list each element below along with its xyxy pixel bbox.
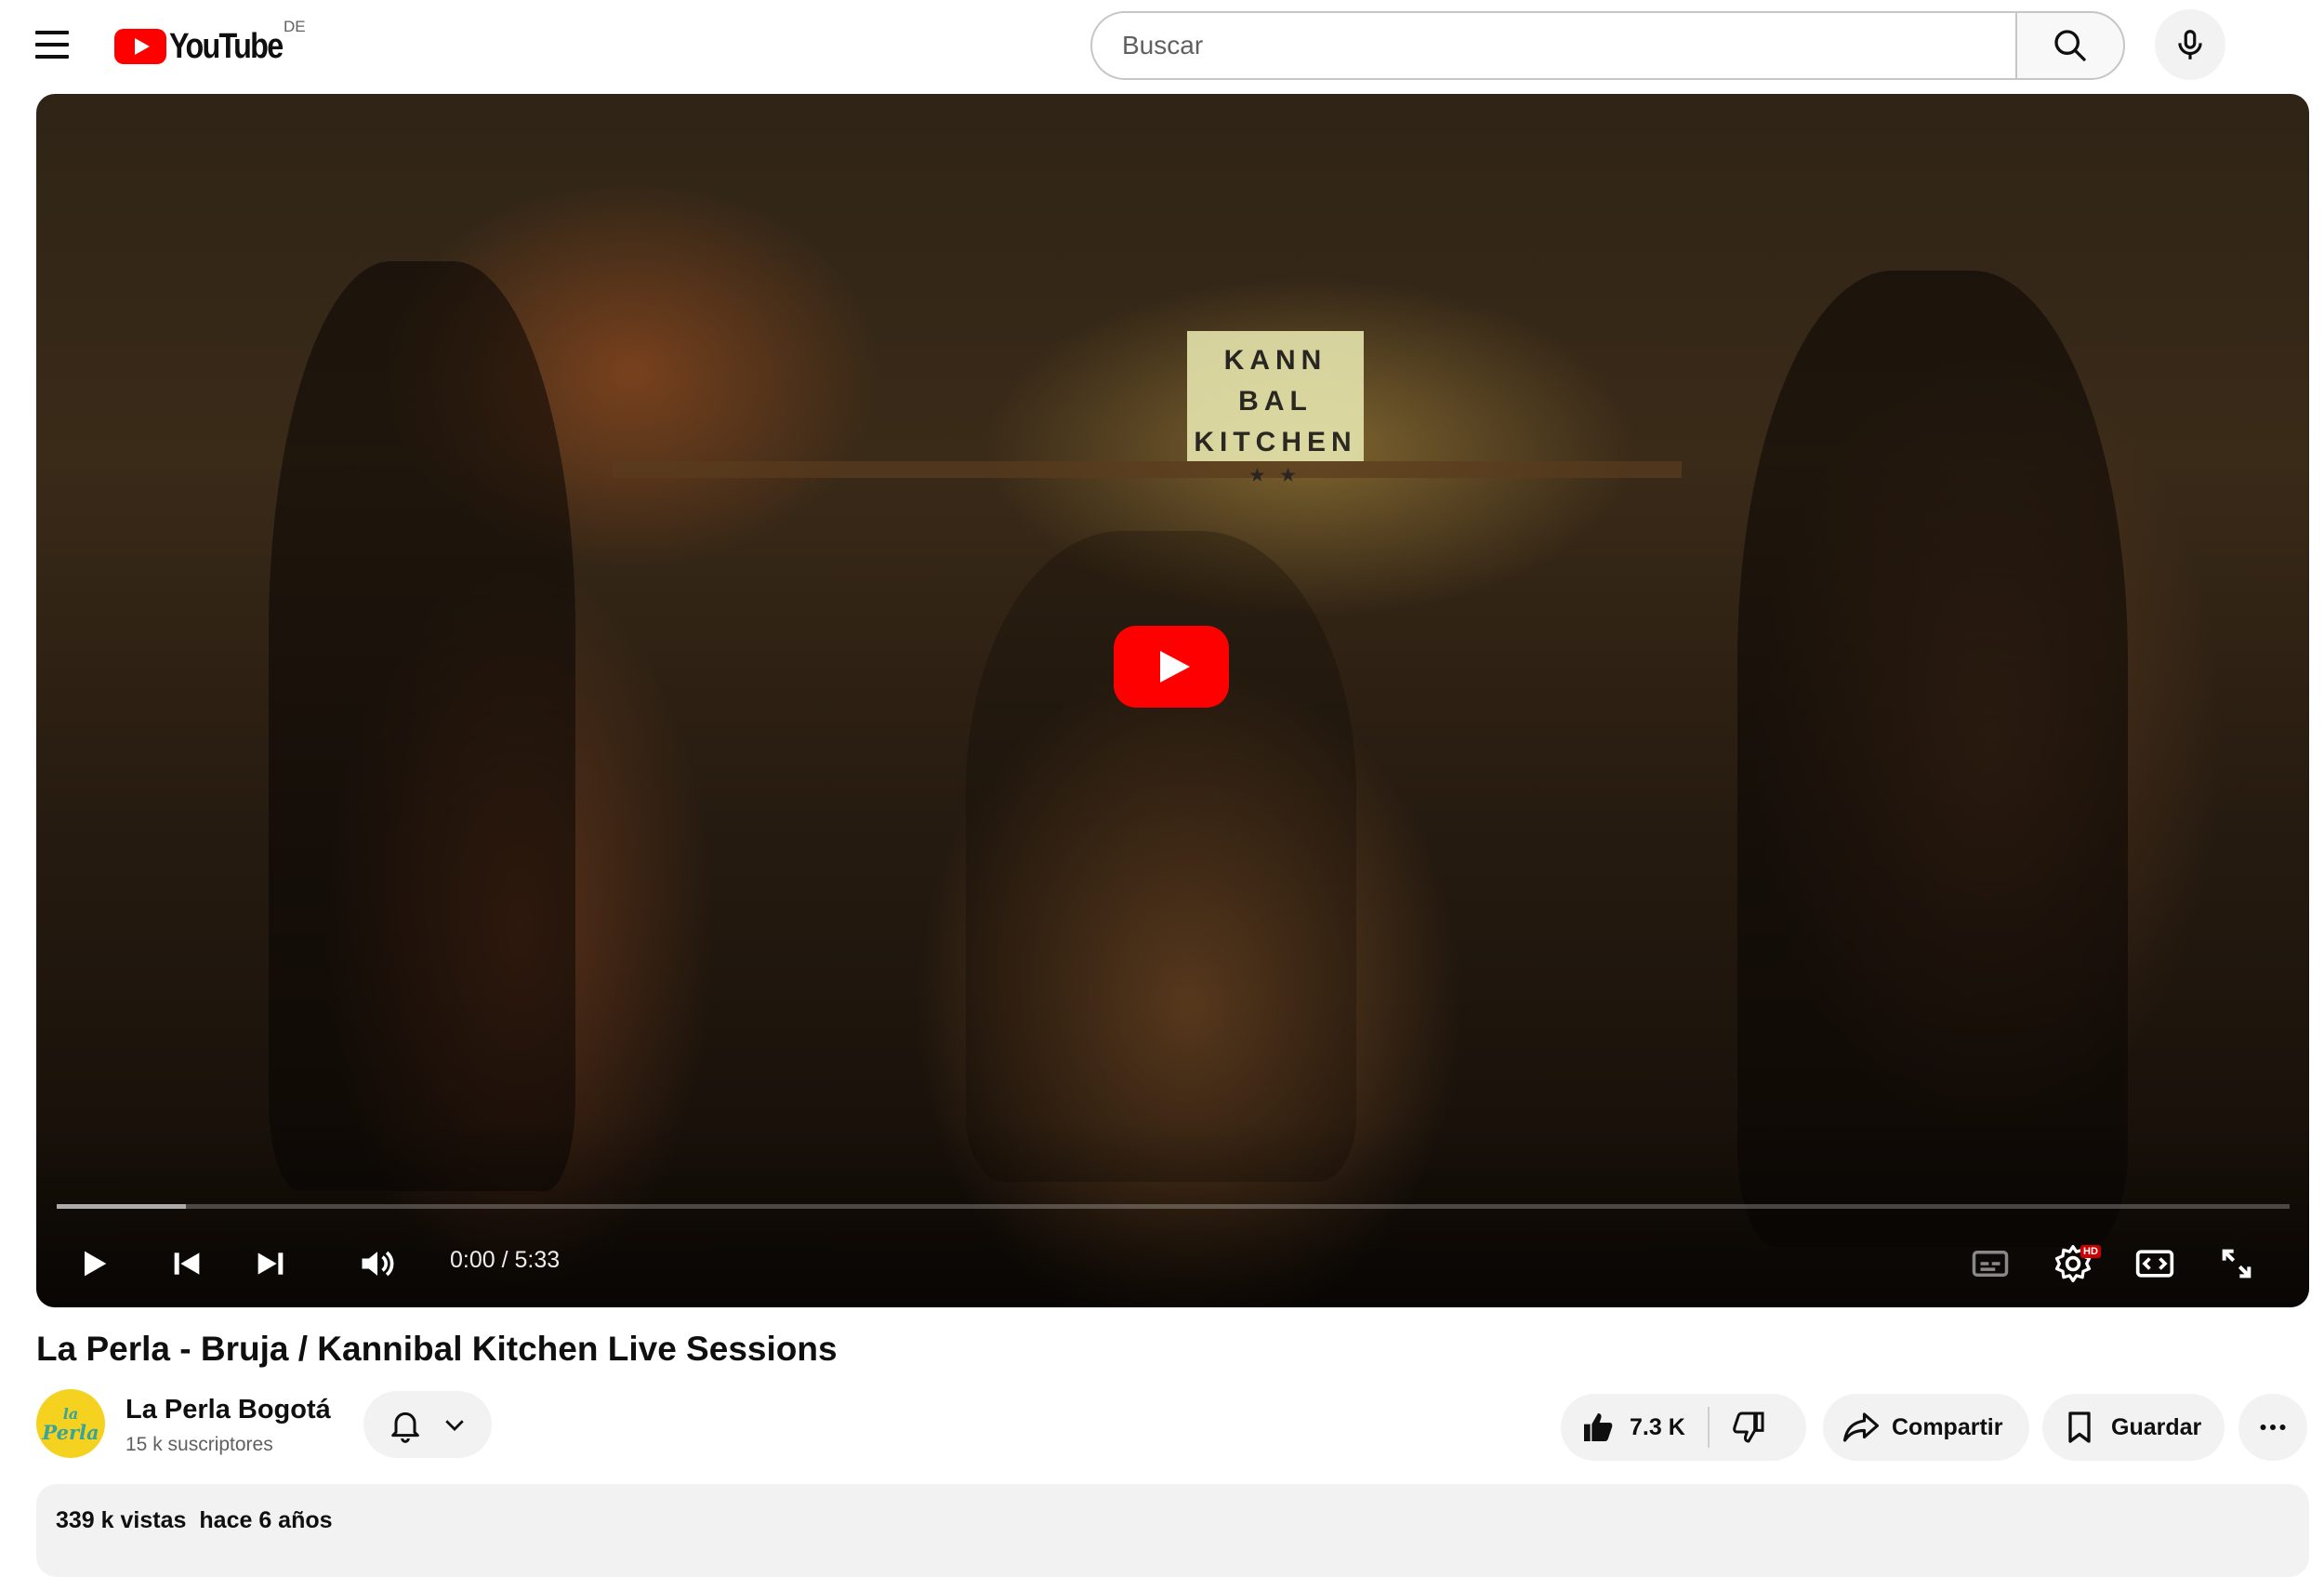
- large-play-button[interactable]: [1114, 626, 1229, 708]
- like-dislike-group: 7.3 K: [1561, 1394, 1806, 1461]
- search-box[interactable]: [1090, 11, 2016, 80]
- scene-sign-line: ★ ★: [1249, 466, 1301, 484]
- fullscreen-button[interactable]: [2208, 1236, 2265, 1292]
- country-code: DE: [284, 18, 306, 35]
- view-count: 339 k vistas: [56, 1507, 187, 1533]
- youtube-logo-icon: [114, 29, 166, 64]
- masthead: YouTube DE: [0, 0, 2324, 93]
- search-icon: [2054, 30, 2086, 61]
- more-icon: [2260, 1425, 2286, 1430]
- performer-right: [1737, 271, 2128, 1247]
- play-button[interactable]: [66, 1236, 122, 1292]
- previous-icon: [174, 1252, 200, 1275]
- mic-icon: [2178, 30, 2202, 60]
- search-button[interactable]: [2015, 11, 2125, 80]
- settings-button[interactable]: HD: [2044, 1236, 2102, 1292]
- channel-name[interactable]: La Perla Bogotá: [125, 1395, 331, 1425]
- fullscreen-icon: [2222, 1249, 2251, 1279]
- description-box[interactable]: [36, 1484, 2309, 1577]
- logo-text: YouTube: [169, 26, 284, 66]
- scene-sign: KANN BAL KITCHEN ★ ★: [1187, 331, 1364, 484]
- video-title: La Perla - Bruja / Kannibal Kitchen Live…: [36, 1330, 838, 1368]
- dislike-button[interactable]: [1730, 1409, 1767, 1446]
- bookmark-icon: [2068, 1411, 2091, 1443]
- menu-icon[interactable]: [35, 31, 69, 59]
- subtitles-icon: [1972, 1251, 2009, 1277]
- previous-button[interactable]: [159, 1236, 215, 1292]
- duration: 5:33: [514, 1247, 561, 1273]
- video-player[interactable]: KANN BAL KITCHEN ★ ★ 0:00 / 5:33 HD: [36, 94, 2309, 1307]
- youtube-logo[interactable]: YouTube: [114, 26, 302, 67]
- subscribe-notifications-button[interactable]: [363, 1391, 492, 1458]
- like-count: 7.3 K: [1630, 1413, 1685, 1440]
- video-metadata: 339 k vistas hace 6 años: [56, 1507, 346, 1534]
- publish-date: hace 6 años: [199, 1507, 333, 1533]
- save-label: Guardar: [2111, 1413, 2202, 1440]
- save-button[interactable]: Guardar: [2042, 1394, 2225, 1461]
- chevron-down-icon: [445, 1420, 464, 1431]
- volume-icon: [362, 1251, 394, 1277]
- theater-icon: [2135, 1250, 2174, 1278]
- next-button[interactable]: [243, 1236, 298, 1292]
- channel-avatar[interactable]: la Perla: [36, 1389, 105, 1458]
- more-actions-button[interactable]: [2238, 1394, 2307, 1461]
- progress-bar[interactable]: [57, 1204, 2290, 1209]
- buffered-bar: [57, 1204, 187, 1209]
- settings-icon-wrap: HD: [2053, 1243, 2101, 1284]
- scene-sign-line: KANN BAL: [1223, 345, 1327, 417]
- play-icon: [85, 1251, 107, 1277]
- subtitles-button[interactable]: [1962, 1236, 2018, 1292]
- current-time: 0:00: [450, 1247, 495, 1273]
- pill-divider: [1707, 1407, 1710, 1448]
- dislike-icon: [1732, 1411, 1764, 1443]
- bell-icon: [391, 1411, 419, 1443]
- search-input[interactable]: [1120, 30, 2016, 61]
- volume-button[interactable]: [345, 1236, 410, 1292]
- scene-sign-line: KITCHEN: [1194, 427, 1357, 457]
- share-label: Compartir: [1892, 1413, 2003, 1440]
- like-button[interactable]: 7.3 K: [1579, 1409, 1685, 1446]
- share-button[interactable]: Compartir: [1823, 1394, 2029, 1461]
- share-icon: [1842, 1412, 1880, 1442]
- theater-mode-button[interactable]: [2126, 1236, 2184, 1292]
- avatar-text: Perla: [42, 1421, 99, 1444]
- avatar-logo: la Perla: [42, 1405, 99, 1442]
- hd-badge: HD: [2080, 1245, 2101, 1258]
- scene-shelf: [613, 461, 1682, 478]
- voice-search-button[interactable]: [2155, 9, 2225, 80]
- next-icon: [257, 1252, 284, 1275]
- like-icon: [1584, 1413, 1613, 1441]
- time-separator: /: [501, 1247, 508, 1273]
- time-display: 0:00 / 5:33: [450, 1247, 560, 1274]
- performer-left: [269, 261, 575, 1191]
- subscriber-count: 15 k suscriptores: [125, 1434, 273, 1455]
